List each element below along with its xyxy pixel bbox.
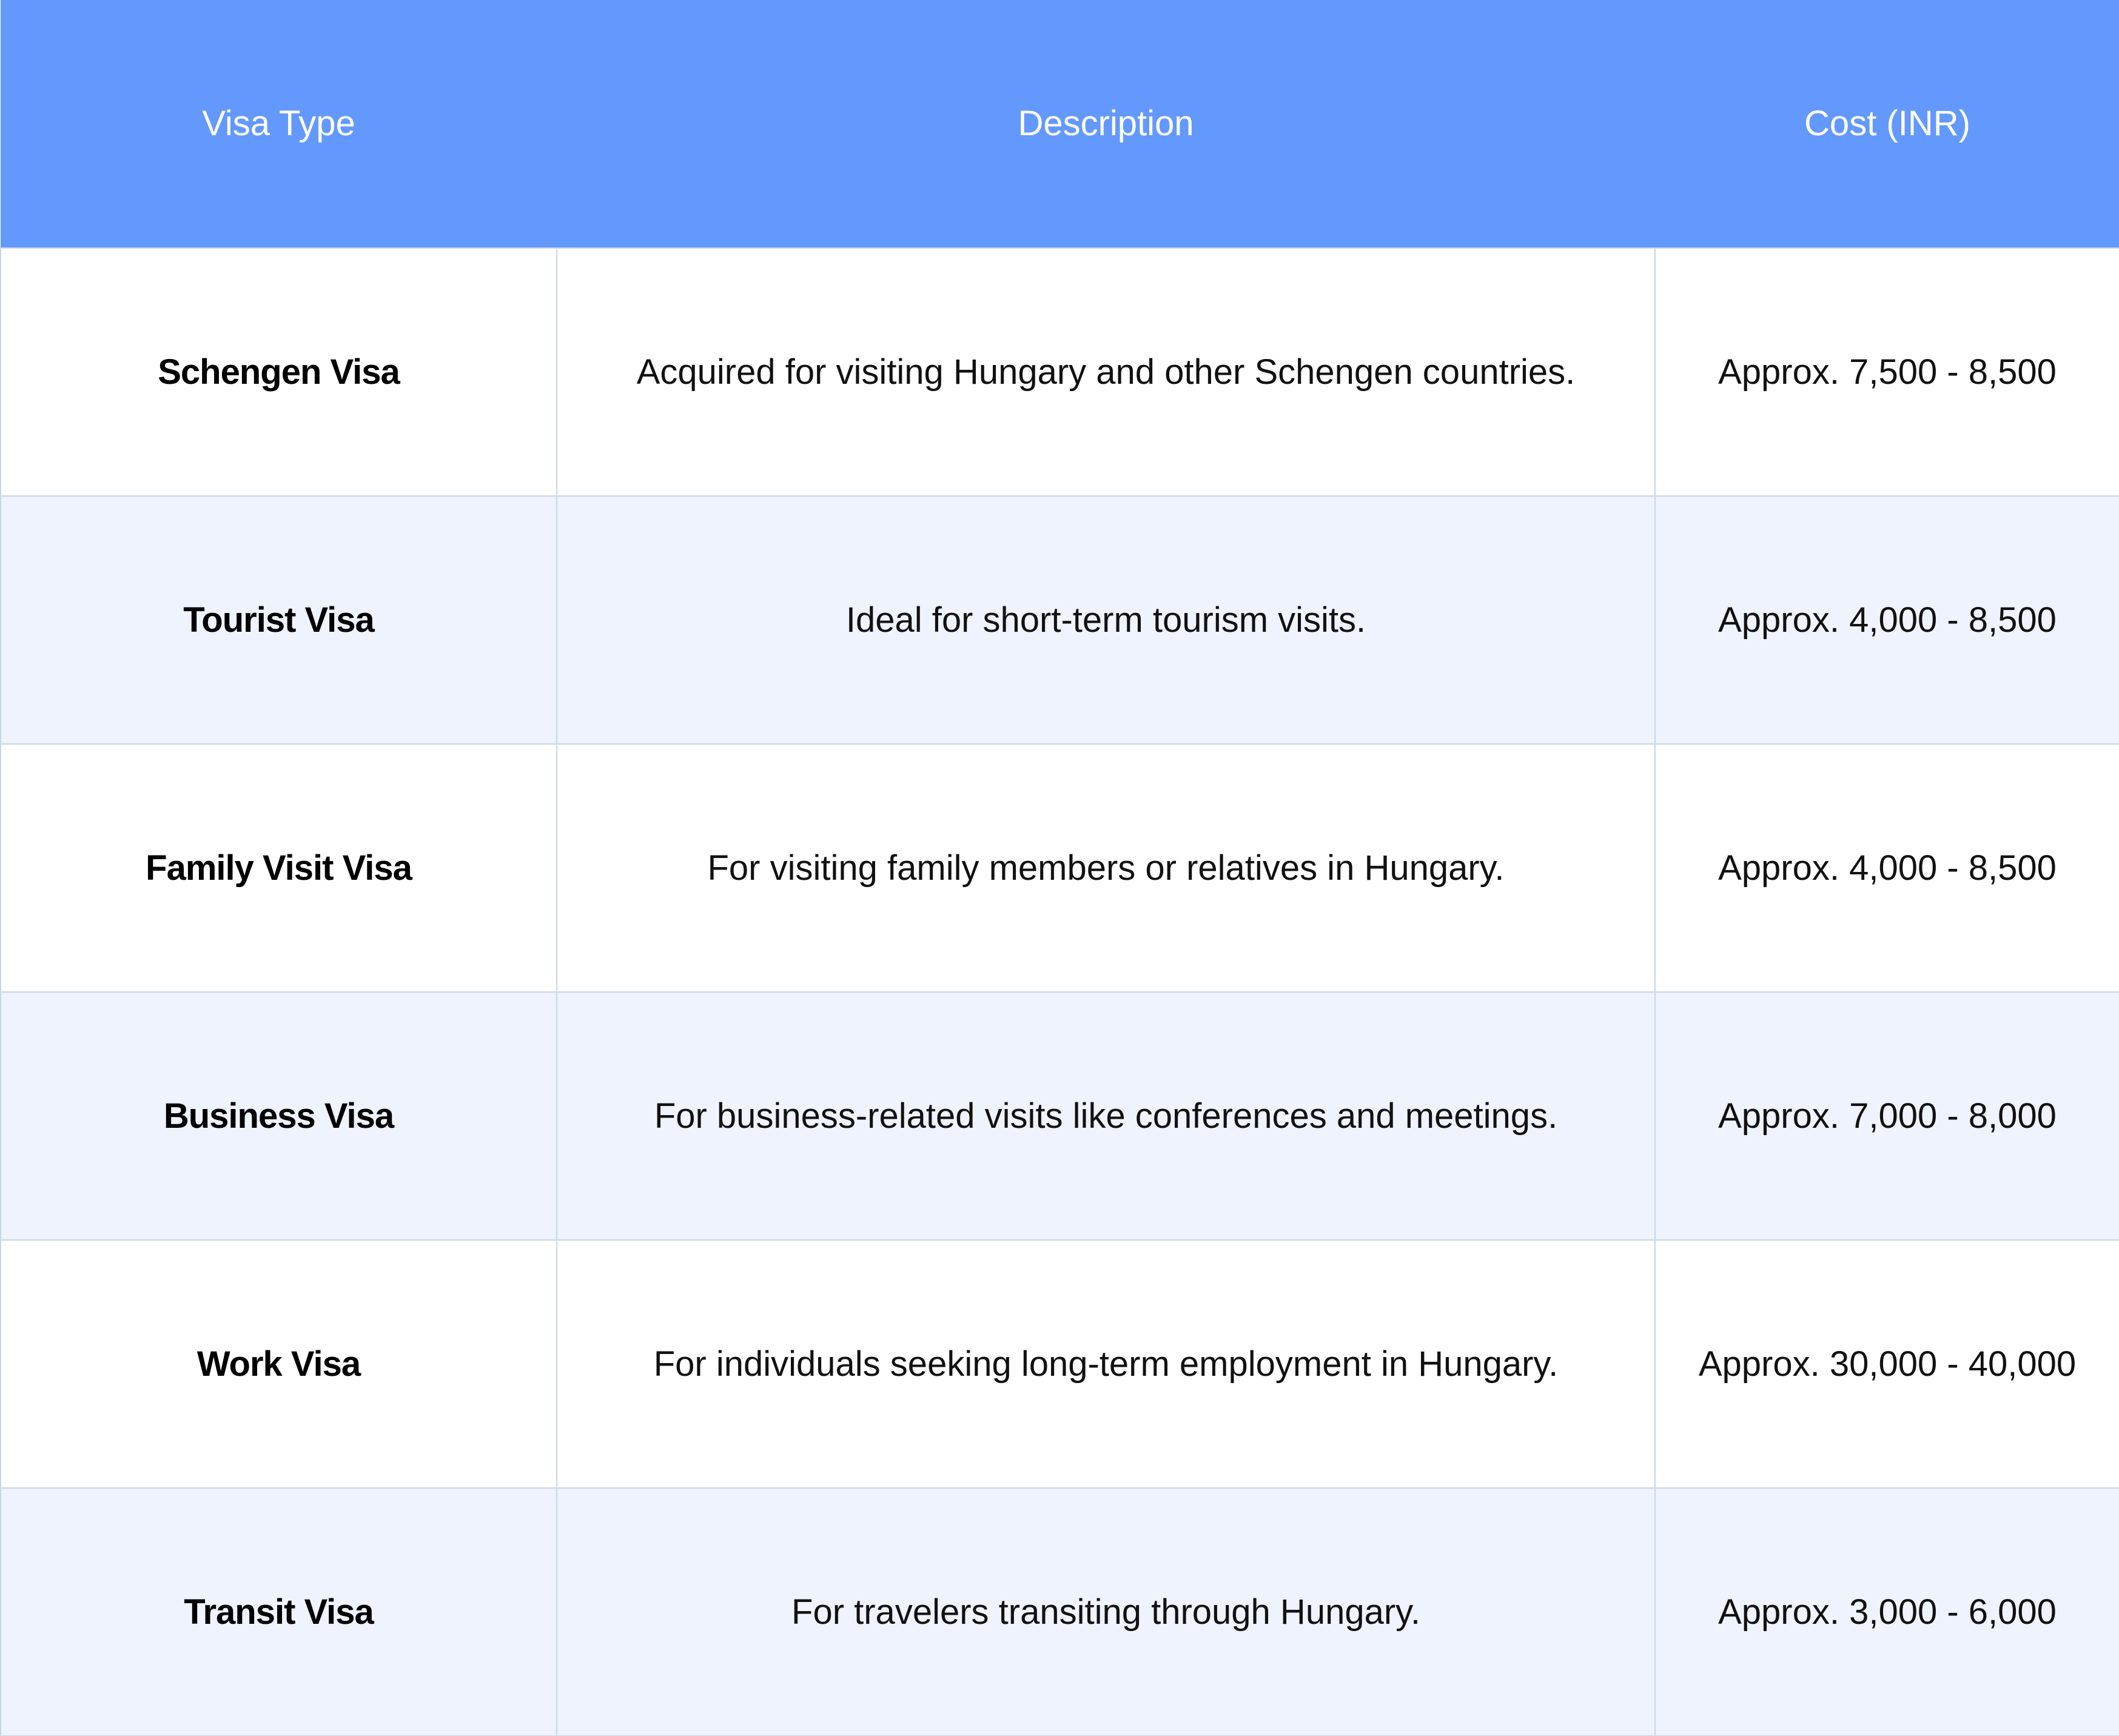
- header-visa-type: Visa Type: [1, 0, 557, 248]
- visa-type-cell: Business Visa: [0, 991, 557, 1241]
- visa-type-cell: Family Visit Visa: [0, 743, 557, 993]
- description-cell: Acquired for visiting Hungary and other …: [556, 247, 1656, 497]
- cost-cell: Approx. 7,000 - 8,000: [1654, 991, 2119, 1241]
- table-row: Tourist Visa Ideal for short-term touris…: [0, 495, 2119, 745]
- header-row: Visa Type Description Cost (INR): [1, 0, 2119, 248]
- table-header: Visa Type Description Cost (INR): [1, 0, 2119, 248]
- table-body: Schengen Visa Acquired for visiting Hung…: [0, 247, 2119, 1736]
- table-row: Family Visit Visa For visiting family me…: [0, 743, 2119, 993]
- description-cell: For visiting family members or relatives…: [556, 743, 1656, 993]
- description-cell: For individuals seeking long-term employ…: [556, 1239, 1656, 1489]
- description-cell: For business-related visits like confere…: [556, 991, 1656, 1241]
- cost-cell: Approx. 4,000 - 8,500: [1654, 495, 2119, 745]
- visa-type-cell: Schengen Visa: [0, 247, 557, 497]
- header-cost: Cost (INR): [1655, 0, 2119, 248]
- table-row: Business Visa For business-related visit…: [0, 991, 2119, 1241]
- cost-cell: Approx. 4,000 - 8,500: [1654, 743, 2119, 993]
- visa-type-cell: Transit Visa: [0, 1487, 557, 1736]
- table-row: Schengen Visa Acquired for visiting Hung…: [0, 247, 2119, 497]
- table-row: Work Visa For individuals seeking long-t…: [0, 1239, 2119, 1489]
- description-cell: For travelers transiting through Hungary…: [556, 1487, 1656, 1736]
- cost-cell: Approx. 3,000 - 6,000: [1654, 1487, 2119, 1736]
- description-cell: Ideal for short-term tourism visits.: [556, 495, 1656, 745]
- table-row: Transit Visa For travelers transiting th…: [0, 1487, 2119, 1736]
- header-description: Description: [557, 0, 1655, 248]
- visa-table: Visa Type Description Cost (INR) Schenge…: [0, 0, 2119, 1736]
- cost-cell: Approx. 7,500 - 8,500: [1654, 247, 2119, 497]
- cost-cell: Approx. 30,000 - 40,000: [1654, 1239, 2119, 1489]
- visa-type-cell: Work Visa: [0, 1239, 557, 1489]
- visa-type-cell: Tourist Visa: [0, 495, 557, 745]
